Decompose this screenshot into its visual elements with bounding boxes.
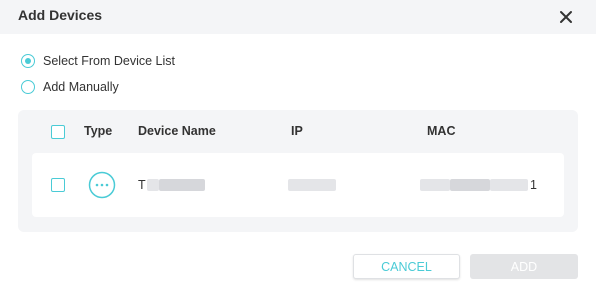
ip-cell [288,177,336,193]
device-table: Type Device Name IP MAC T 1 [18,110,578,232]
column-header-mac: MAC [427,124,456,138]
radio-select-from-list[interactable] [21,54,35,68]
redacted-block [450,179,490,191]
device-name-text: T [138,178,146,192]
mac-cell: 1 [420,177,537,193]
more-icon[interactable] [88,171,116,199]
row-checkbox[interactable] [51,178,65,192]
option-label-add-manually: Add Manually [43,80,119,94]
select-all-checkbox[interactable] [51,125,65,139]
column-header-device-name: Device Name [138,124,216,138]
add-button[interactable]: ADD [470,254,578,279]
column-header-ip: IP [291,124,303,138]
mac-text: 1 [530,178,537,192]
dialog-header: Add Devices [0,0,596,34]
cancel-button[interactable]: CANCEL [353,254,460,279]
redacted-block [158,179,205,191]
redacted-block [490,179,528,191]
redacted-block [288,179,336,191]
radio-add-manually[interactable] [21,80,35,94]
dialog-title: Add Devices [18,7,103,23]
redacted-block [146,179,159,191]
close-icon[interactable] [556,7,576,27]
table-row[interactable]: T 1 [32,153,564,217]
option-label-select-from-list: Select From Device List [43,54,175,68]
option-add-manually[interactable]: Add Manually [21,78,119,96]
redacted-block [420,179,450,191]
option-select-from-list[interactable]: Select From Device List [21,52,175,70]
column-header-type: Type [84,124,113,138]
device-name-cell: T [138,177,205,193]
